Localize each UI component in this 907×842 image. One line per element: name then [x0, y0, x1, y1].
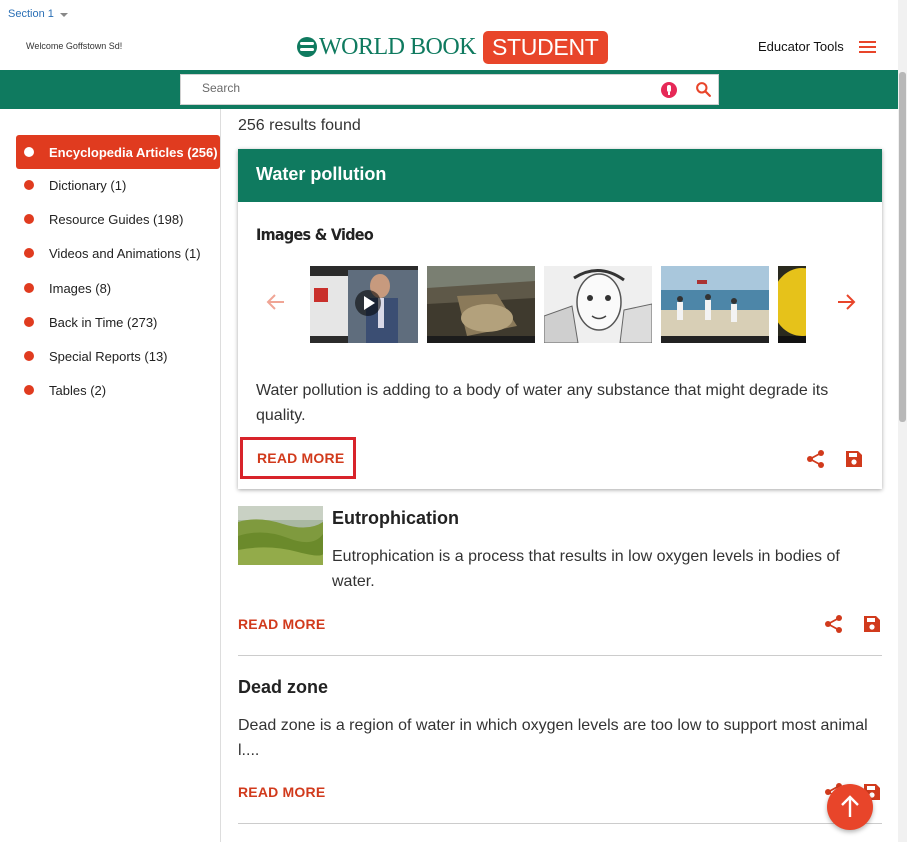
save-icon[interactable] [862, 614, 882, 634]
section-label: Section 1 [8, 8, 54, 20]
media-thumbnail-illustration[interactable] [544, 266, 652, 343]
featured-read-more-highlight[interactable]: READ MORE [240, 437, 356, 479]
result-title[interactable]: Dead zone [238, 677, 882, 698]
bullet-icon [24, 180, 34, 190]
search-result-item: Dead zone Dead zone is a region of water… [238, 677, 882, 807]
welcome-message: Welcome Goffstown Sd! [26, 41, 123, 51]
results-filter-sidebar: Encyclopedia Articles (256) Dictionary (… [0, 109, 221, 842]
media-thumbnail-beach-cleanup[interactable] [661, 266, 769, 343]
bullet-icon [24, 248, 34, 258]
bullet-icon [24, 317, 34, 327]
scrollbar-thumb[interactable] [899, 72, 906, 422]
section-selector[interactable]: Section 1 [8, 8, 68, 20]
result-divider [238, 655, 882, 656]
media-thumbnail-outfall[interactable] [427, 266, 535, 343]
share-icon[interactable] [824, 614, 844, 634]
bullet-icon [24, 385, 34, 395]
facet-back-in-time[interactable]: Back in Time (273) [16, 305, 220, 339]
result-divider [238, 823, 882, 824]
read-more-link[interactable]: READ MORE [238, 784, 325, 800]
menu-icon[interactable] [859, 41, 876, 54]
share-icon[interactable] [806, 449, 826, 469]
microphone-icon[interactable] [661, 82, 677, 98]
result-description: Dead zone is a region of water in which … [238, 717, 868, 759]
search-result-item: Eutrophication Eutrophication is a proce… [238, 506, 882, 636]
results-count: 256 results found [238, 117, 361, 134]
search-bar-band [0, 70, 898, 109]
facet-resource-guides[interactable]: Resource Guides (198) [16, 202, 220, 236]
facet-label: Special Reports (13) [49, 348, 168, 364]
facet-encyclopedia-articles[interactable]: Encyclopedia Articles (256) [16, 135, 220, 169]
media-carousel [310, 266, 806, 343]
bullet-icon [24, 214, 34, 224]
search-input[interactable] [202, 81, 642, 95]
bullet-icon [24, 283, 34, 293]
featured-description: Water pollution is adding to a body of w… [256, 382, 829, 424]
arrow-left-icon[interactable] [266, 293, 286, 311]
result-title[interactable]: Eutrophication [332, 508, 459, 529]
facet-label: Encyclopedia Articles (256) [49, 144, 218, 160]
logo-world-book-text: WORLD BOOK [319, 33, 477, 60]
featured-result-card: Water pollution Images & Video Water pol… [238, 149, 882, 489]
world-book-student-logo[interactable]: WORLD BOOK STUDENT [297, 30, 608, 64]
bullet-icon [24, 351, 34, 361]
educator-tools-link[interactable]: Educator Tools [758, 39, 844, 54]
facet-label: Dictionary (1) [49, 177, 127, 193]
globe-logo-icon [297, 37, 317, 57]
arrow-up-icon [841, 795, 859, 817]
facet-images[interactable]: Images (8) [16, 271, 220, 305]
logo-student-badge: STUDENT [483, 30, 608, 64]
facet-label: Videos and Animations (1) [49, 245, 201, 261]
facet-special-reports[interactable]: Special Reports (13) [16, 339, 220, 373]
facet-label: Images (8) [49, 280, 112, 296]
read-more-link[interactable]: READ MORE [238, 616, 325, 632]
save-icon[interactable] [844, 449, 864, 469]
result-description: Eutrophication is a process that results… [332, 548, 840, 590]
arrow-right-icon[interactable] [836, 293, 856, 311]
search-box [180, 74, 719, 105]
facet-dictionary[interactable]: Dictionary (1) [16, 168, 220, 202]
featured-read-more-link[interactable]: READ MORE [257, 450, 344, 466]
back-to-top-button[interactable] [827, 784, 873, 830]
media-thumbnail-partial[interactable] [778, 266, 806, 343]
facet-label: Back in Time (273) [49, 314, 158, 330]
search-icon[interactable] [695, 81, 712, 98]
featured-title[interactable]: Water pollution [238, 149, 882, 202]
media-thumbnail-video[interactable] [310, 266, 418, 343]
bullet-icon [24, 147, 34, 157]
images-video-heading: Images & Video [256, 225, 374, 244]
facet-videos-and-animations[interactable]: Videos and Animations (1) [16, 236, 220, 270]
page-scrollbar[interactable] [898, 0, 907, 842]
facet-tables[interactable]: Tables (2) [16, 373, 220, 407]
chevron-down-icon [59, 13, 68, 17]
facet-label: Resource Guides (198) [49, 211, 184, 227]
result-thumbnail-eutrophication[interactable] [238, 506, 323, 565]
facet-label: Tables (2) [49, 382, 107, 398]
